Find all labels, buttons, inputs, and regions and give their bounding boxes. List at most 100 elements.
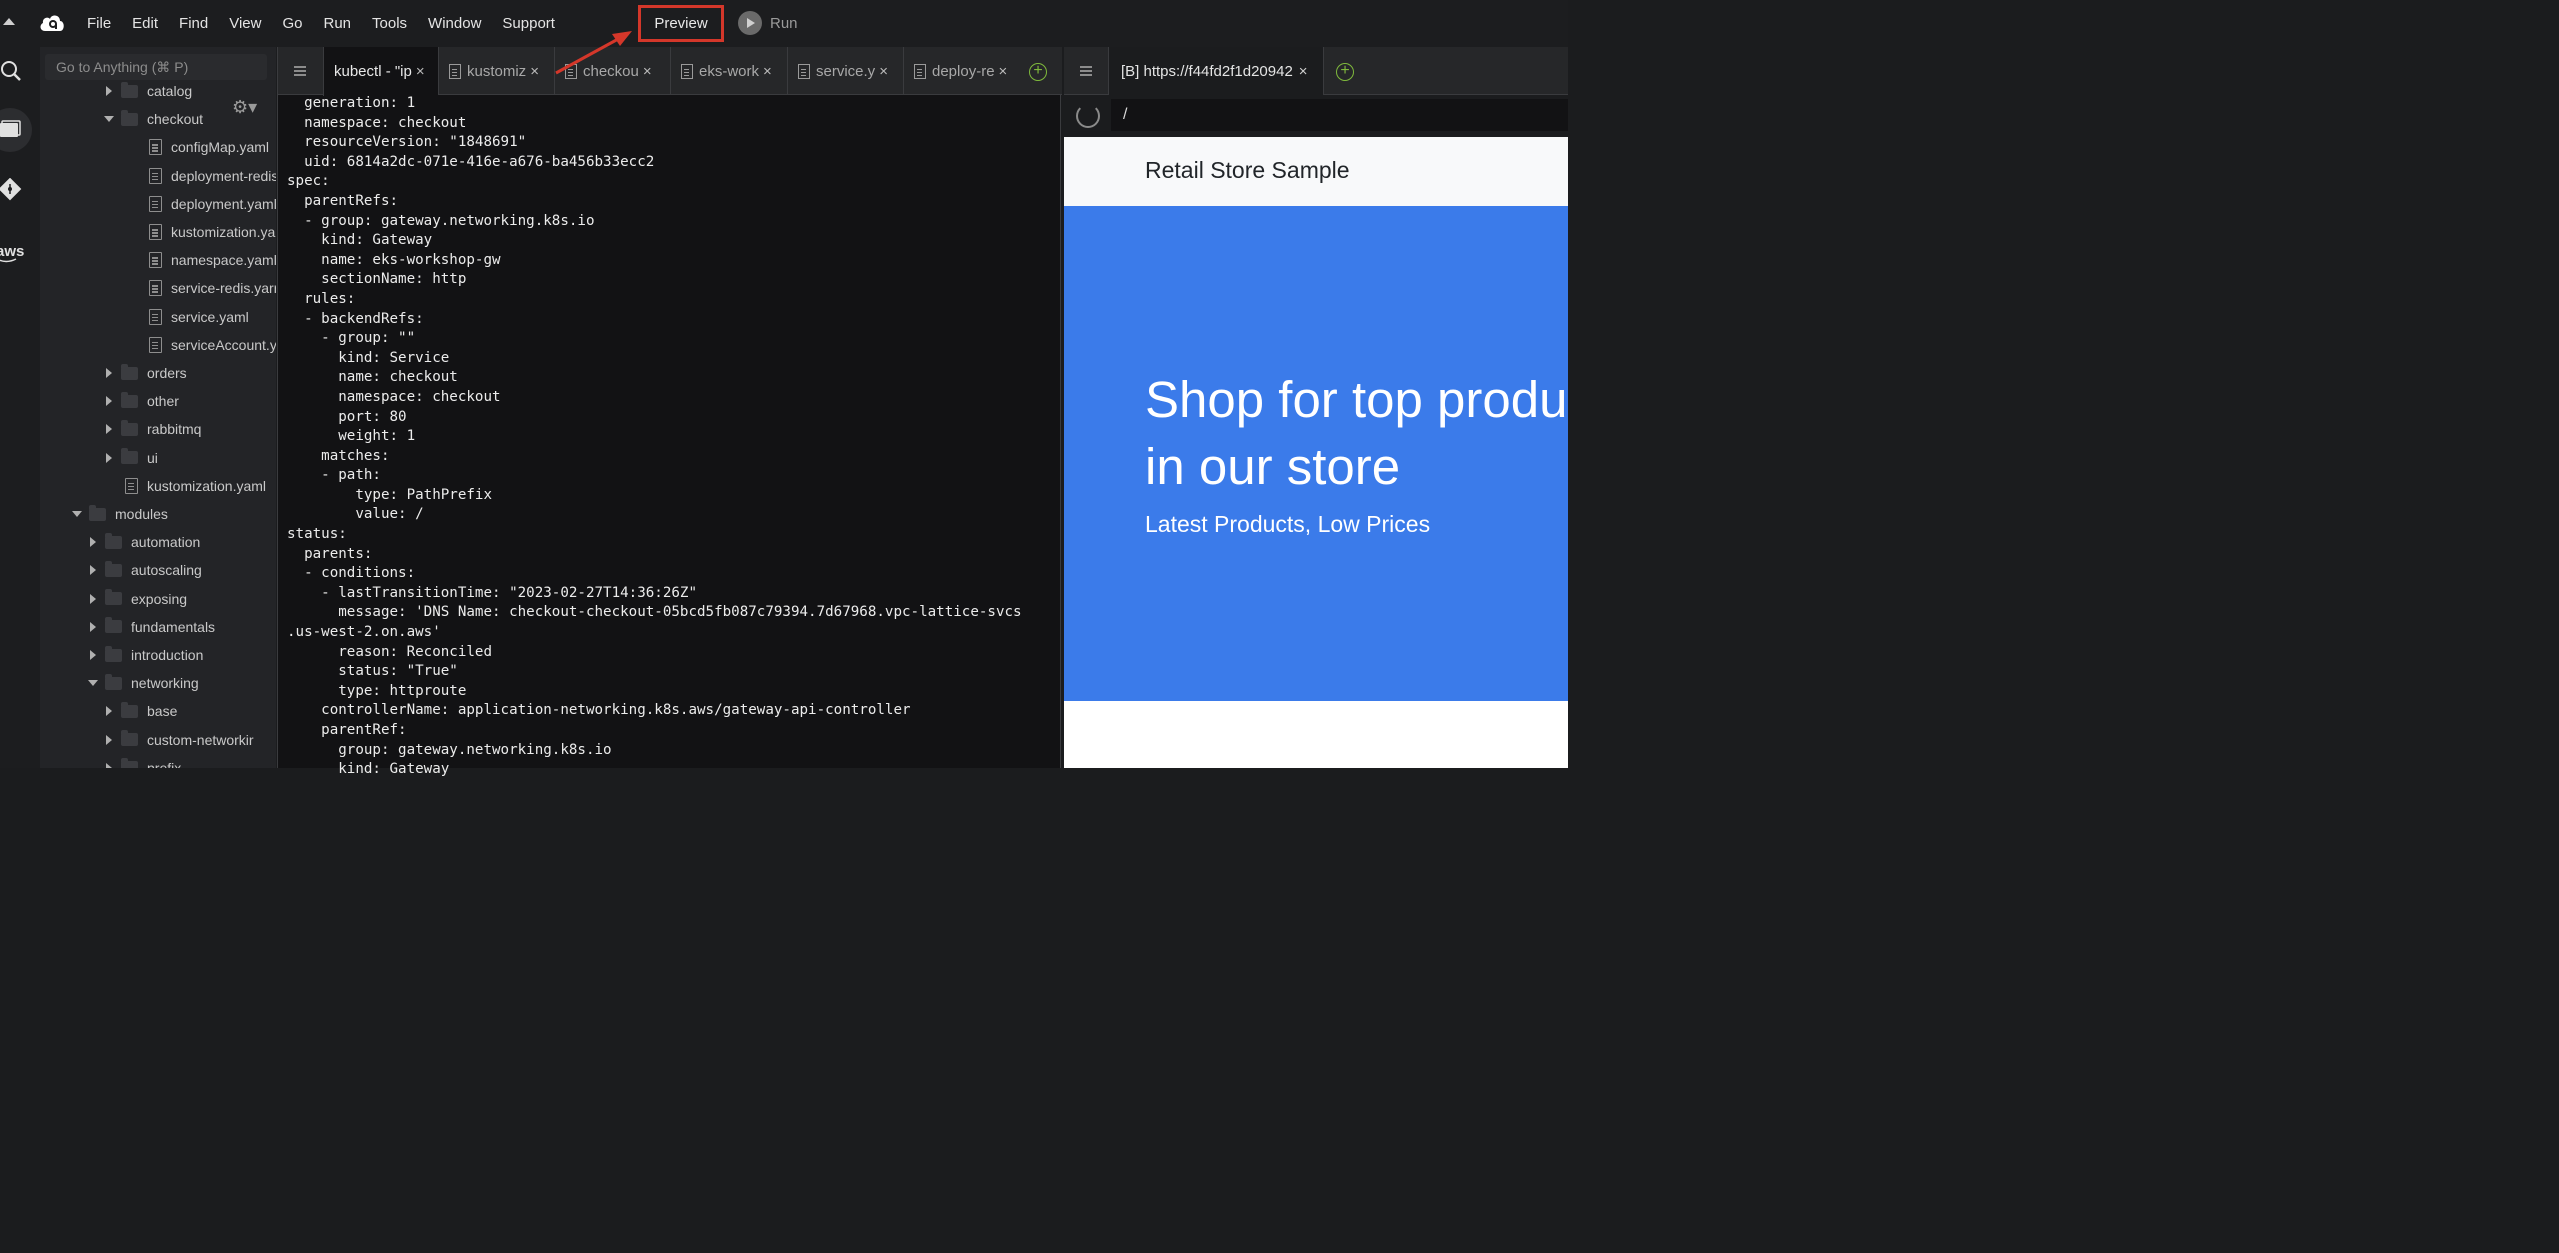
tree-item-label: introduction bbox=[131, 647, 204, 663]
chevron-right-icon[interactable] bbox=[103, 423, 115, 435]
add-tab-icon[interactable]: + bbox=[1029, 63, 1047, 81]
tree-settings-gear-icon[interactable]: ⚙▾ bbox=[232, 97, 260, 117]
tree-file[interactable]: deployment-redis bbox=[149, 162, 276, 190]
tree-folder[interactable]: modules bbox=[71, 500, 168, 528]
tree-folder[interactable]: orders bbox=[103, 359, 187, 387]
tree-folder[interactable]: fundamentals bbox=[87, 613, 215, 641]
menu-item-tools[interactable]: Tools bbox=[372, 15, 407, 32]
chevron-down-icon[interactable] bbox=[87, 677, 99, 689]
menu-item-run[interactable]: Run bbox=[323, 15, 351, 32]
tree-file[interactable]: configMap.yaml bbox=[149, 133, 269, 161]
tree-folder[interactable]: exposing bbox=[87, 585, 187, 613]
files-icon[interactable] bbox=[0, 117, 28, 145]
tree-folder[interactable]: rabbitmq bbox=[103, 415, 201, 443]
code-line: message: 'DNS Name: checkout-checkout-05… bbox=[287, 604, 1022, 621]
chevron-right-icon[interactable] bbox=[103, 762, 115, 768]
menu-item-view[interactable]: View bbox=[229, 15, 261, 32]
terminal-output[interactable]: generation: 1 namespace: checkout resour… bbox=[287, 94, 1057, 780]
menu-item-file[interactable]: File bbox=[87, 15, 111, 32]
url-input[interactable] bbox=[1111, 99, 1568, 131]
tree-file[interactable]: namespace.yaml bbox=[149, 246, 276, 274]
store-brand-link[interactable]: Retail Store Sample bbox=[1145, 157, 1350, 184]
chevron-right-icon[interactable] bbox=[103, 85, 115, 97]
close-icon[interactable]: × bbox=[530, 63, 539, 80]
close-icon[interactable]: × bbox=[999, 63, 1008, 80]
tree-folder[interactable]: ui bbox=[103, 444, 158, 472]
editor-tab[interactable]: kustomiz × bbox=[438, 47, 554, 95]
search-icon[interactable] bbox=[0, 58, 28, 86]
close-icon[interactable]: × bbox=[643, 63, 652, 80]
close-icon[interactable]: × bbox=[879, 63, 888, 80]
collapse-menu-icon[interactable] bbox=[3, 18, 15, 25]
tree-folder[interactable]: checkout bbox=[103, 105, 203, 133]
code-line: status: "True" bbox=[287, 663, 458, 680]
browser-tab[interactable]: [B] https://f44fd2f1d20942 × bbox=[1108, 47, 1324, 96]
menu-item-go[interactable]: Go bbox=[282, 15, 302, 32]
aws-icon[interactable]: aws bbox=[0, 243, 24, 263]
tree-folder[interactable]: prefix bbox=[103, 754, 181, 768]
chevron-right-icon[interactable] bbox=[103, 734, 115, 746]
editor-tab[interactable]: eks-work × bbox=[670, 47, 787, 95]
editor-tab[interactable]: kubectl - "ip × bbox=[323, 47, 438, 96]
browser-pane-menu-icon[interactable] bbox=[1080, 66, 1092, 76]
chevron-down-icon[interactable] bbox=[71, 508, 83, 520]
menu-item-window[interactable]: Window bbox=[428, 15, 481, 32]
file-icon bbox=[149, 195, 162, 212]
chevron-right-icon[interactable] bbox=[87, 621, 99, 633]
close-icon[interactable]: × bbox=[763, 63, 772, 80]
menu-item-find[interactable]: Find bbox=[179, 15, 208, 32]
menu-item-support[interactable]: Support bbox=[502, 15, 555, 32]
play-icon bbox=[738, 11, 762, 35]
reload-icon[interactable] bbox=[1076, 104, 1100, 128]
code-line: .us-west-2.on.aws' bbox=[287, 624, 441, 641]
hero-banner: Shop for top produ in our store Latest P… bbox=[1064, 206, 1568, 701]
tree-folder[interactable]: networking bbox=[87, 669, 199, 697]
tree-file[interactable]: deployment.yaml bbox=[149, 190, 276, 218]
code-line: controllerName: application-networking.k… bbox=[287, 702, 911, 719]
chevron-right-icon[interactable] bbox=[103, 452, 115, 464]
chevron-down-icon[interactable] bbox=[103, 113, 115, 125]
git-icon[interactable] bbox=[0, 178, 28, 206]
preview-button[interactable]: Preview bbox=[638, 5, 724, 42]
code-line: status: bbox=[287, 526, 347, 543]
chevron-right-icon[interactable] bbox=[87, 536, 99, 548]
tree-folder[interactable]: base bbox=[103, 697, 177, 725]
chevron-right-icon[interactable] bbox=[103, 367, 115, 379]
folder-icon bbox=[121, 391, 138, 408]
editor-tab-label: deploy-re bbox=[932, 62, 995, 80]
code-line: kind: Gateway bbox=[287, 232, 433, 249]
browser-preview-panel: [B] https://f44fd2f1d20942 × + Retail St… bbox=[1064, 47, 1568, 768]
hero-title-line-1: Shop for top produ bbox=[1145, 371, 1568, 428]
tree-folder[interactable]: introduction bbox=[87, 641, 203, 669]
chevron-right-icon[interactable] bbox=[87, 593, 99, 605]
code-line: parentRefs: bbox=[287, 192, 399, 209]
tree-folder[interactable]: custom-networkir bbox=[103, 726, 254, 754]
file-icon bbox=[681, 63, 693, 79]
code-line: - path: bbox=[287, 467, 381, 484]
chevron-right-icon[interactable] bbox=[87, 649, 99, 661]
code-line: weight: 1 bbox=[287, 428, 416, 445]
tree-file[interactable]: kustomization.yar bbox=[149, 218, 276, 246]
chevron-right-icon[interactable] bbox=[103, 705, 115, 717]
browser-add-tab-icon[interactable]: + bbox=[1336, 63, 1354, 81]
editor-tab[interactable]: checkou × bbox=[554, 47, 670, 95]
tree-file[interactable]: kustomization.yaml bbox=[125, 472, 266, 500]
tree-file[interactable]: serviceAccount.y bbox=[149, 331, 276, 359]
tree-folder[interactable]: autoscaling bbox=[87, 556, 202, 584]
tree-folder[interactable]: automation bbox=[87, 528, 200, 556]
cloud9-logo-icon[interactable] bbox=[38, 11, 66, 35]
tree-folder[interactable]: catalog bbox=[103, 77, 192, 105]
browser-tab-close-icon[interactable]: × bbox=[1299, 63, 1308, 80]
chevron-right-icon[interactable] bbox=[87, 564, 99, 576]
editor-tab[interactable]: service.y × bbox=[787, 47, 903, 95]
tree-file[interactable]: service.yaml bbox=[149, 303, 249, 331]
pane-menu-icon[interactable] bbox=[294, 66, 306, 76]
menu-item-edit[interactable]: Edit bbox=[132, 15, 158, 32]
editor-tab[interactable]: deploy-re × bbox=[903, 47, 1019, 95]
tree-folder[interactable]: other bbox=[103, 387, 179, 415]
code-line: parents: bbox=[287, 545, 373, 562]
close-icon[interactable]: × bbox=[416, 63, 425, 80]
tree-file[interactable]: service-redis.yarr bbox=[149, 274, 276, 302]
chevron-right-icon[interactable] bbox=[103, 395, 115, 407]
run-button[interactable]: Run bbox=[738, 11, 798, 35]
